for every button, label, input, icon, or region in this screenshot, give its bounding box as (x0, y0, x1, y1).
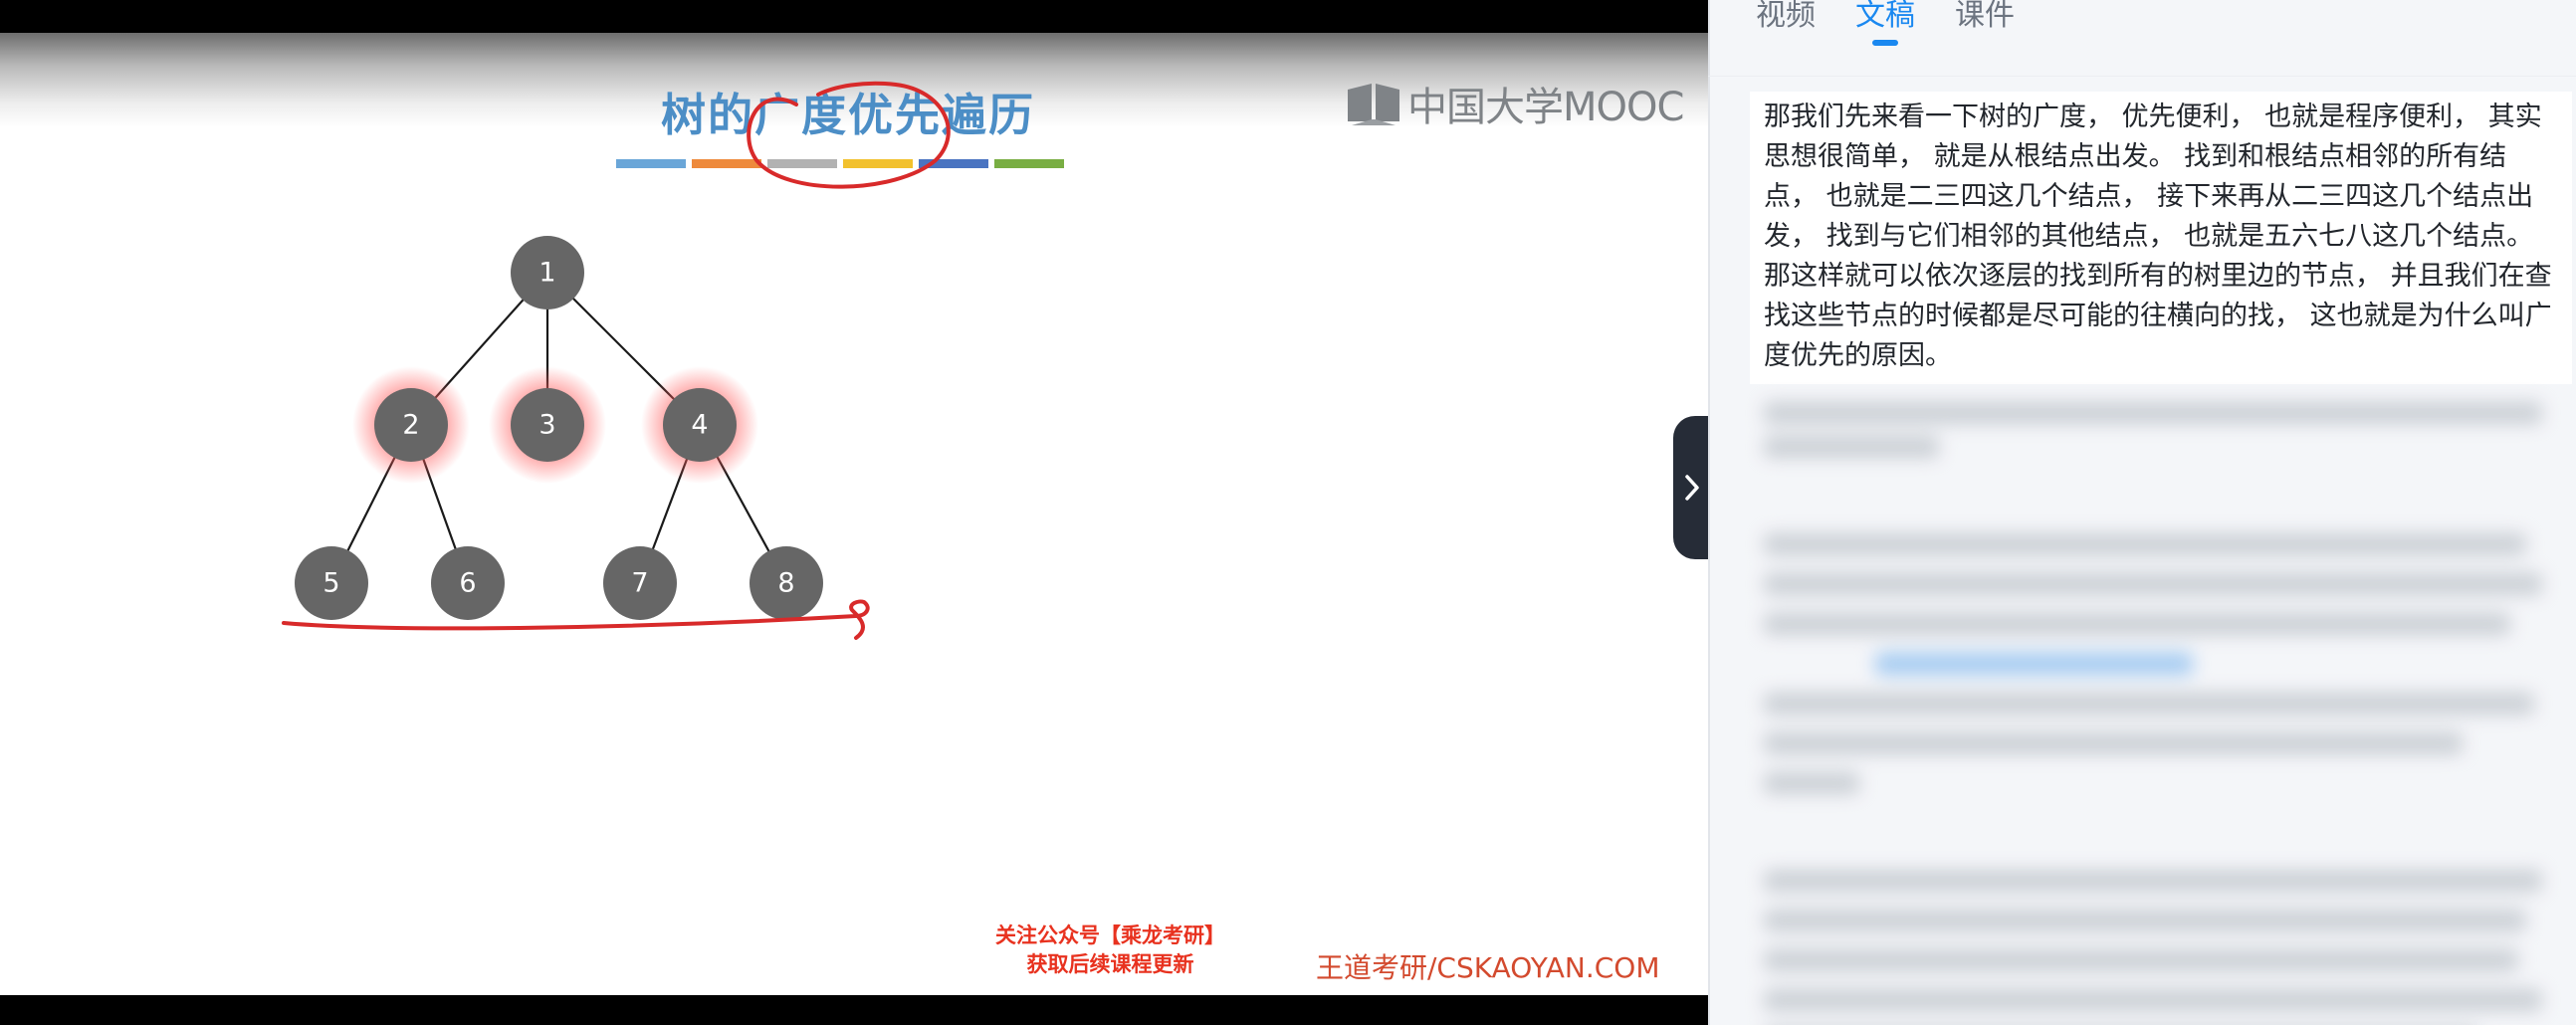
panel-tabs: 视频 文稿 课件 (1756, 0, 2015, 46)
panel-divider (1708, 0, 1710, 1025)
transcript: 那我们先来看一下树的广度， 优先便利， 也就是程序便利， 其实思想很简单， 就是… (1750, 92, 2572, 1025)
tab-transcript-label: 文稿 (1855, 0, 1915, 33)
tree-node-4: 4 (663, 388, 737, 462)
tree-node-5: 5 (295, 546, 368, 620)
tree-diagram: 1 2 3 4 5 6 7 8 (282, 81, 951, 640)
expand-panel-button[interactable] (1673, 416, 1708, 559)
tree-node-label: 6 (459, 568, 476, 599)
tab-courseware-label: 课件 (1955, 0, 2015, 33)
transcript-paragraph-text: 那我们先来看一下树的广度， 优先便利， 也就是程序便利， 其实思想很简单， 就是… (1764, 102, 2552, 371)
tree-node-2: 2 (374, 388, 448, 462)
active-tab-indicator (1872, 40, 1898, 46)
tab-courseware[interactable]: 课件 (1955, 0, 2015, 34)
watermark: 王道考研/CSKAOYAN.COM (1316, 951, 1660, 984)
video-player[interactable]: 树的广度优先遍历 中国大学MOOC 12345678 关注公众号【乘龙考研】 获… (0, 0, 1708, 1025)
side-panel: 视频 文稿 课件 那我们先来看一下树的广度， 优先便利， 也就是程序便利， 其实… (1708, 0, 2576, 1025)
promo-line-1: 关注公众号【乘龙考研】 (995, 923, 1225, 947)
tree-node-8: 8 (750, 546, 823, 620)
tree-node-label: 3 (538, 410, 555, 441)
tree-node-3: 3 (511, 388, 584, 462)
tree-node-label: 1 (538, 258, 555, 289)
slide: 树的广度优先遍历 中国大学MOOC 12345678 关注公众号【乘龙考研】 获… (0, 33, 1708, 995)
tab-video[interactable]: 视频 (1756, 0, 1816, 34)
promo-line-2: 获取后续课程更新 (1026, 952, 1194, 976)
tree-node-label: 5 (322, 568, 339, 599)
tree-node-label: 7 (631, 568, 648, 599)
chevron-right-icon (1685, 475, 1699, 501)
tree-node-label: 2 (402, 410, 419, 441)
tree-node-label: 8 (777, 568, 794, 599)
transcript-blurred-content (1750, 402, 2572, 1025)
tree-node-label: 4 (691, 410, 708, 441)
tree-node-7: 7 (603, 546, 677, 620)
tab-video-label: 视频 (1756, 0, 1816, 33)
tabs-underline (1708, 76, 2576, 77)
tree-node-1: 1 (511, 236, 584, 309)
promo-text: 关注公众号【乘龙考研】 获取后续课程更新 (995, 922, 1225, 979)
tab-transcript[interactable]: 文稿 (1855, 0, 1915, 46)
transcript-current-paragraph[interactable]: 那我们先来看一下树的广度， 优先便利， 也就是程序便利， 其实思想很简单， 就是… (1750, 92, 2572, 384)
tree-node-6: 6 (431, 546, 505, 620)
title-circle-annotation (747, 81, 951, 189)
